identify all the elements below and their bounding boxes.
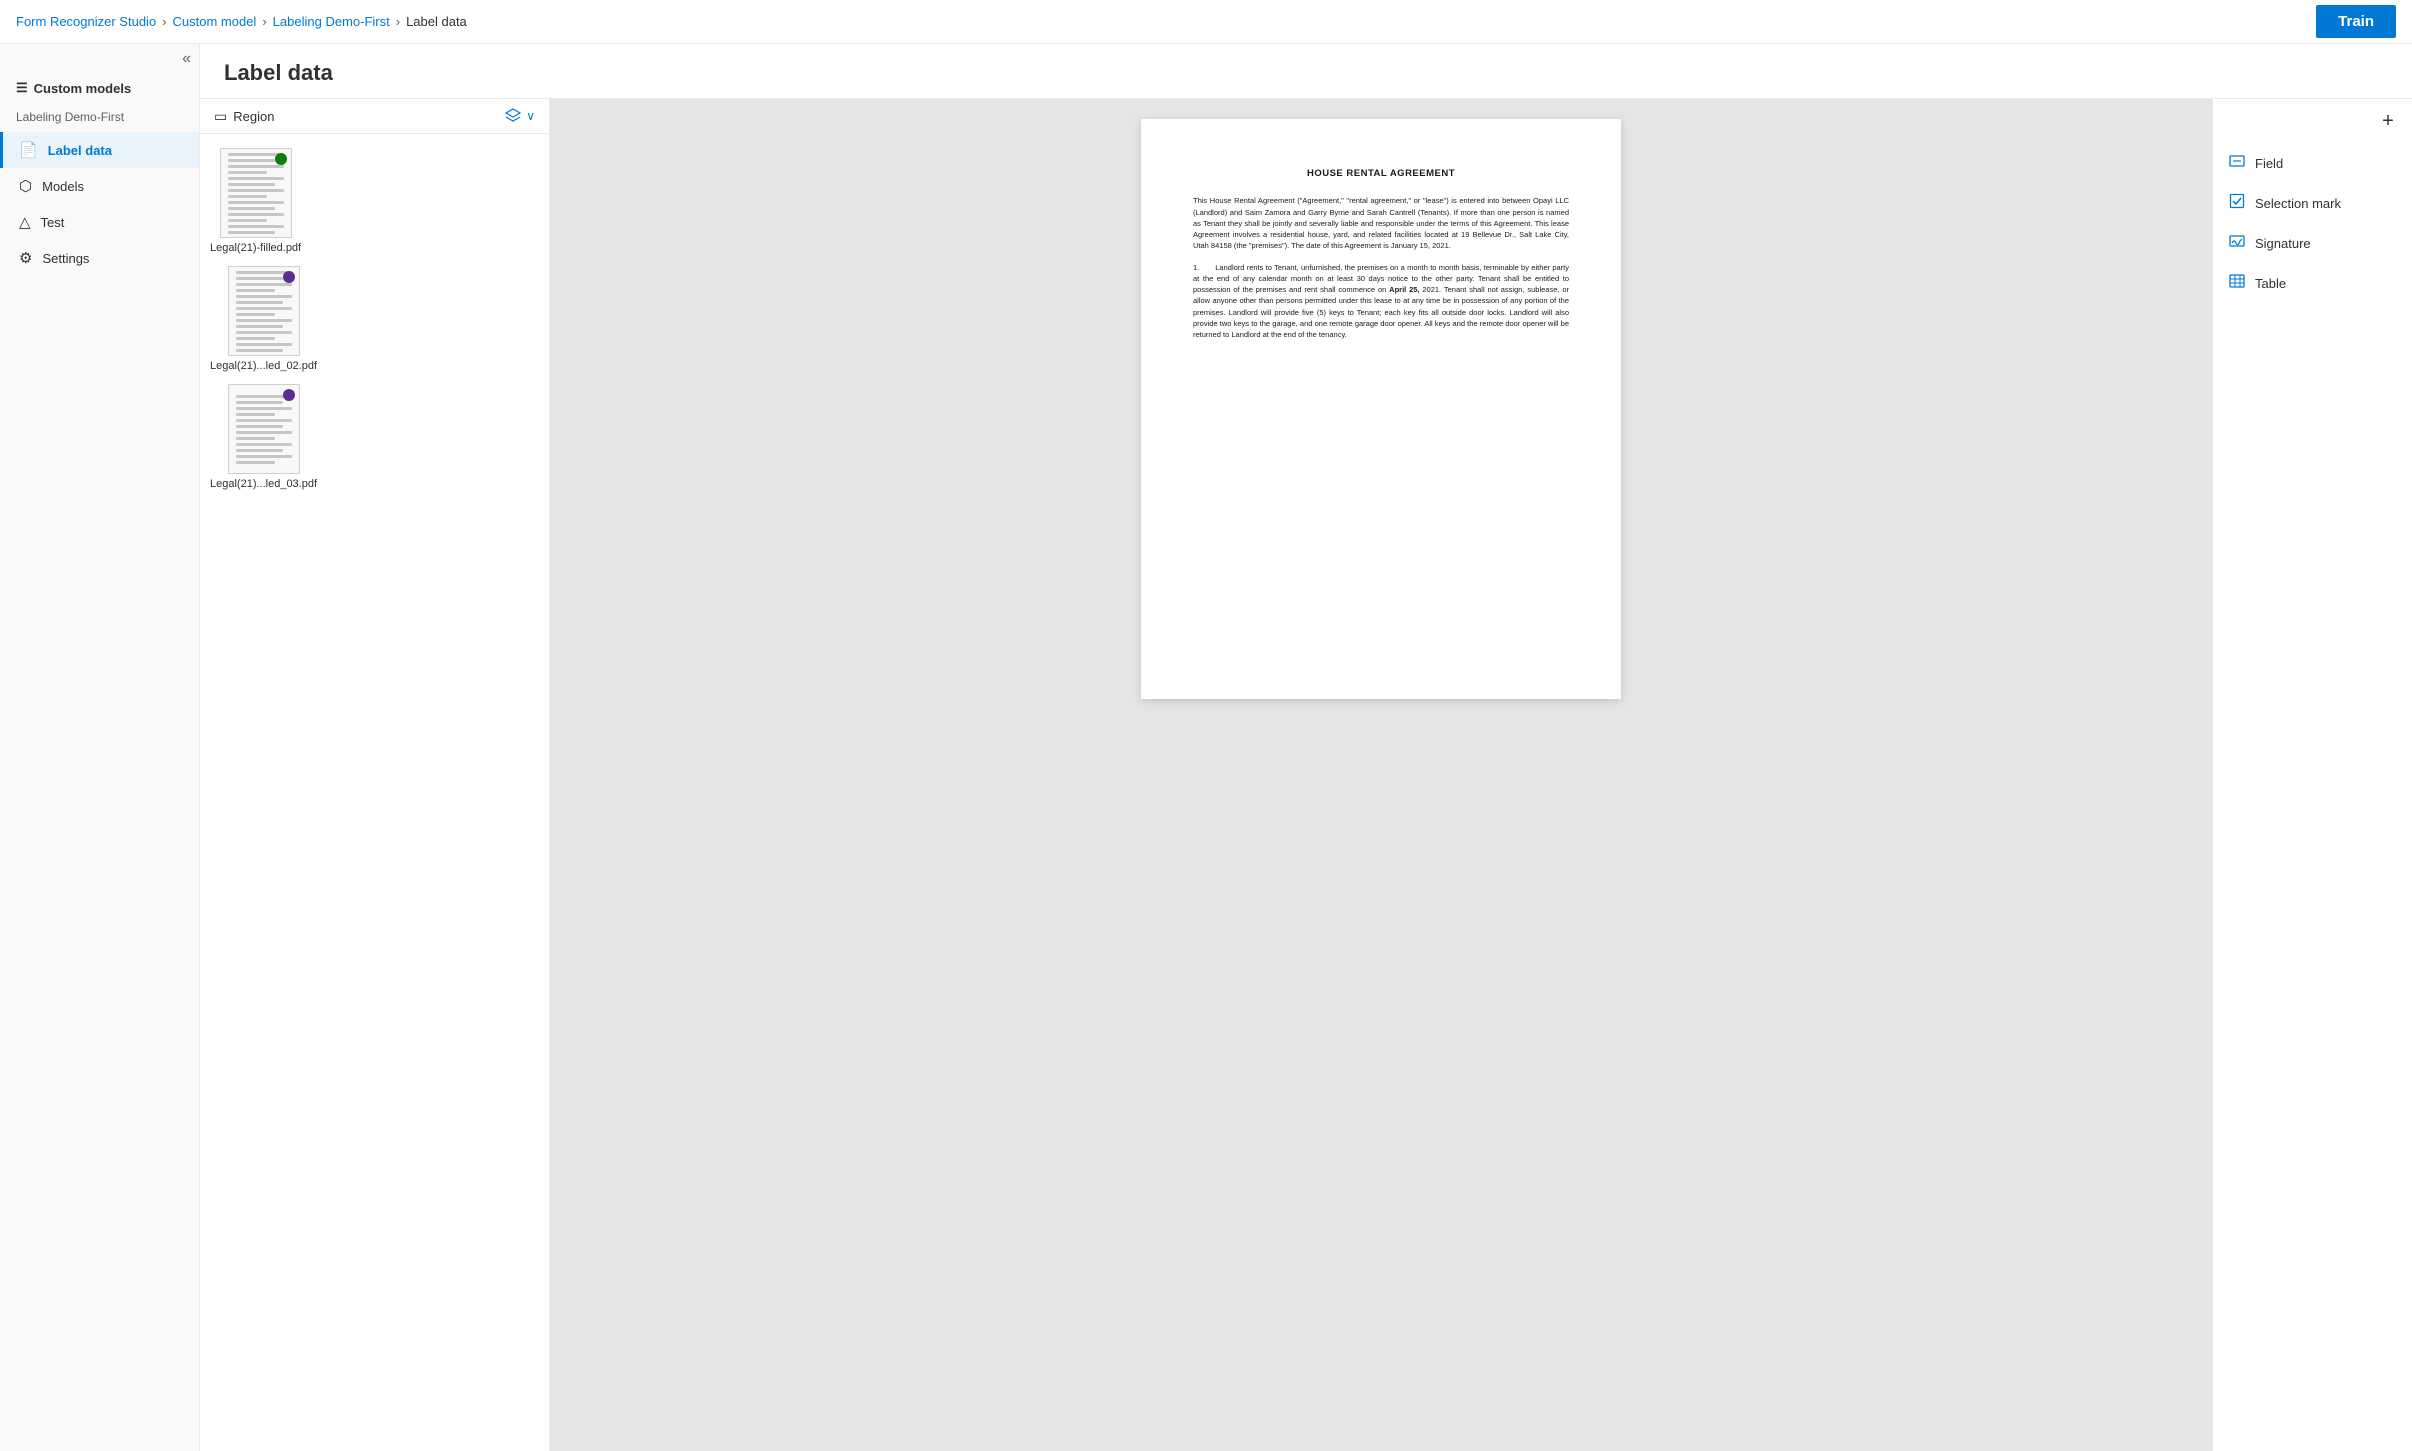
breadcrumb-sep-2: ›	[262, 14, 266, 29]
label-type-field[interactable]: Field	[2213, 143, 2412, 183]
main-header: Label data	[200, 44, 2412, 99]
sidebar-project-name: Custom models	[34, 81, 132, 96]
highlight-text: April 25,	[1389, 285, 1419, 294]
add-label-button[interactable]: +	[2374, 107, 2402, 135]
file-thumbnail	[228, 384, 300, 474]
label-panel-header: +	[2213, 99, 2412, 143]
doc-title: HOUSE RENTAL AGREEMENT	[1193, 167, 1569, 181]
label-type-table-label: Table	[2255, 276, 2286, 291]
breadcrumb: Form Recognizer Studio › Custom model › …	[16, 14, 467, 29]
document-page: HOUSE RENTAL AGREEMENT This House Rental…	[1141, 119, 1621, 699]
breadcrumb-current: Label data	[406, 14, 467, 29]
doc-paragraph-1: This House Rental Agreement ("Agreement,…	[1193, 195, 1569, 251]
layer-chevron-icon: ∨	[526, 109, 535, 123]
main-content: Label data ▭ Region ∨	[200, 44, 2412, 1451]
file-item[interactable]: Legal(21)...led_03.pdf	[200, 378, 549, 496]
sidebar-item-settings-label: Settings	[42, 251, 89, 266]
train-button[interactable]: Train	[2316, 5, 2396, 38]
sidebar-item-models[interactable]: ⬡ Models	[0, 168, 199, 204]
region-label: Region	[233, 109, 274, 124]
label-type-signature-label: Signature	[2255, 236, 2311, 251]
file-panel: ▭ Region ∨	[200, 99, 550, 1451]
file-thumbnail	[228, 266, 300, 356]
labeling-project-label: Labeling Demo-First	[0, 106, 199, 132]
sidebar-item-models-label: Models	[42, 179, 84, 194]
file-status-dot	[283, 271, 295, 283]
file-item[interactable]: Legal(21)-filled.pdf	[200, 142, 549, 260]
breadcrumb-sep-3: ›	[396, 14, 400, 29]
sidebar-project-label: ☰ Custom models	[0, 74, 199, 106]
topbar: Form Recognizer Studio › Custom model › …	[0, 0, 2412, 44]
content-area: ▭ Region ∨	[200, 99, 2412, 1451]
table-icon	[2229, 273, 2245, 293]
signature-icon	[2229, 233, 2245, 253]
collapse-sidebar-button[interactable]: «	[182, 50, 191, 68]
breadcrumb-form-recognizer[interactable]: Form Recognizer Studio	[16, 14, 156, 29]
file-status-dot	[275, 153, 287, 165]
file-item[interactable]: Legal(21)...led_02.pdf	[200, 260, 549, 378]
label-type-signature[interactable]: Signature	[2213, 223, 2412, 263]
sidebar-item-label-data-label: Label data	[48, 143, 112, 158]
layout: « ☰ Custom models Labeling Demo-First 📄 …	[0, 44, 2412, 1451]
file-name: Legal(21)...led_03.pdf	[210, 478, 317, 490]
label-data-icon: 📄	[19, 141, 38, 159]
file-name: Legal(21)...led_02.pdf	[210, 360, 317, 372]
region-toolbar: ▭ Region ∨	[200, 99, 549, 134]
sidebar-item-test[interactable]: △ Test	[0, 204, 199, 240]
sidebar: « ☰ Custom models Labeling Demo-First 📄 …	[0, 44, 200, 1451]
sidebar-item-test-label: Test	[41, 215, 65, 230]
file-name: Legal(21)-filled.pdf	[210, 242, 301, 254]
breadcrumb-sep-1: ›	[162, 14, 166, 29]
file-thumbnail	[220, 148, 292, 238]
layer-icon[interactable]: ∨	[504, 107, 535, 125]
settings-icon: ⚙	[19, 249, 32, 267]
hamburger-icon: ☰	[16, 80, 28, 96]
document-viewer: HOUSE RENTAL AGREEMENT This House Rental…	[550, 99, 2212, 1451]
label-type-selection-mark[interactable]: Selection mark	[2213, 183, 2412, 223]
page-title: Label data	[224, 60, 2388, 86]
label-type-table[interactable]: Table	[2213, 263, 2412, 303]
label-type-field-label: Field	[2255, 156, 2283, 171]
breadcrumb-custom-model[interactable]: Custom model	[173, 14, 257, 29]
region-draw-icon: ▭	[214, 108, 227, 125]
sidebar-item-settings[interactable]: ⚙ Settings	[0, 240, 199, 276]
sidebar-collapse: «	[0, 44, 199, 74]
file-list: Legal(21)-filled.pdf	[200, 134, 549, 1451]
label-type-selection-mark-label: Selection mark	[2255, 196, 2341, 211]
label-panel: + Field	[2212, 99, 2412, 1451]
selection-mark-icon	[2229, 193, 2245, 213]
models-icon: ⬡	[19, 177, 32, 195]
breadcrumb-labeling-demo[interactable]: Labeling Demo-First	[273, 14, 390, 29]
sidebar-item-label-data[interactable]: 📄 Label data	[0, 132, 199, 168]
doc-paragraph-2: 1. Landlord rents to Tenant, unfurnished…	[1193, 262, 1569, 341]
sidebar-nav: 📄 Label data ⬡ Models △ Test ⚙ Settings	[0, 132, 199, 276]
file-status-dot	[283, 389, 295, 401]
test-icon: △	[19, 213, 31, 231]
field-icon	[2229, 153, 2245, 173]
